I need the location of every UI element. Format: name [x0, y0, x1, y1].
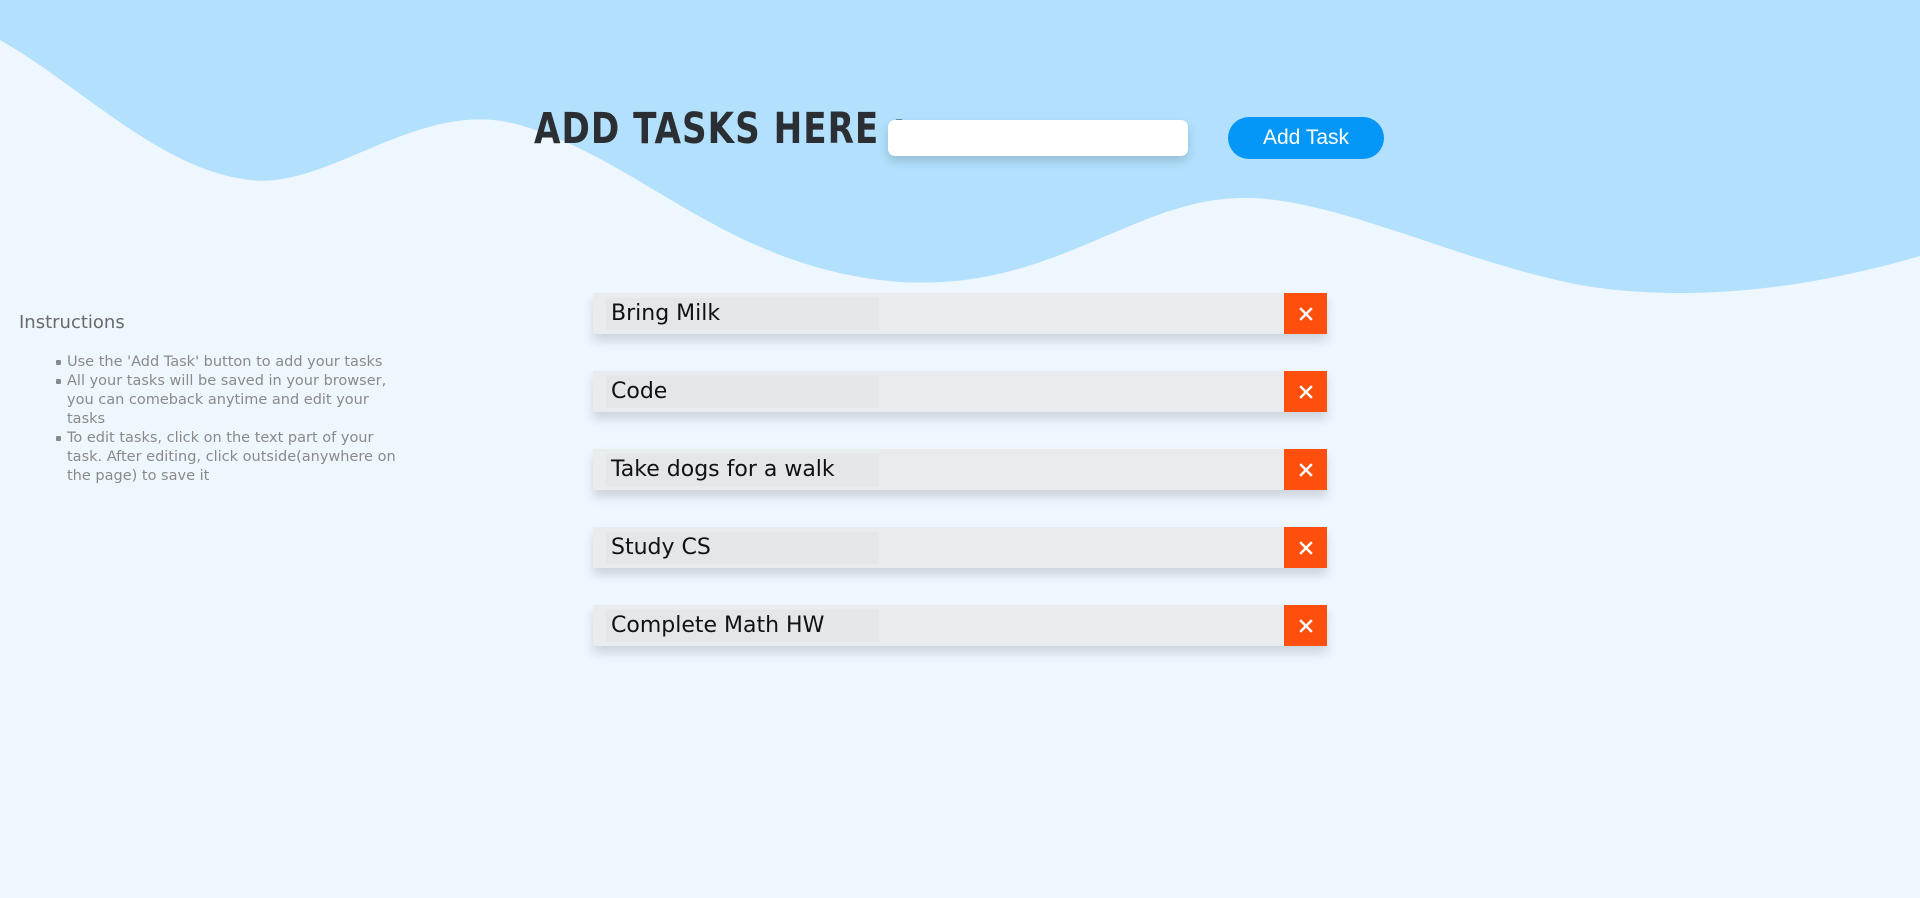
close-icon [1298, 540, 1313, 555]
task-text[interactable]: Bring Milk [606, 298, 879, 330]
close-icon [1298, 384, 1313, 399]
add-task-button[interactable]: Add Task [1228, 117, 1384, 159]
delete-task-button[interactable] [1284, 449, 1327, 490]
close-icon [1298, 618, 1313, 633]
delete-task-button[interactable] [1284, 527, 1327, 568]
delete-task-button[interactable] [1284, 293, 1327, 334]
close-icon [1298, 306, 1313, 321]
task-entry-header: ADD TASKS HERE : Add Task [0, 0, 1920, 200]
instructions-title: Instructions [19, 312, 125, 333]
instruction-item: To edit tasks, click on the text part of… [56, 429, 399, 486]
task-item: Take dogs for a walk [593, 449, 1327, 490]
task-input[interactable] [888, 120, 1188, 156]
task-list: Bring Milk Code Take dogs for a walk Stu… [593, 293, 1327, 683]
instruction-item: Use the 'Add Task' button to add your ta… [56, 353, 399, 372]
close-icon [1298, 462, 1313, 477]
task-text[interactable]: Complete Math HW [606, 610, 879, 642]
task-item: Bring Milk [593, 293, 1327, 334]
task-item: Code [593, 371, 1327, 412]
instruction-item: All your tasks will be saved in your bro… [56, 372, 399, 429]
instructions-panel: Instructions Use the 'Add Task' button t… [19, 312, 399, 486]
instructions-list: Use the 'Add Task' button to add your ta… [19, 353, 399, 486]
task-item: Complete Math HW [593, 605, 1327, 646]
delete-task-button[interactable] [1284, 371, 1327, 412]
page-title: ADD TASKS HERE : [534, 104, 907, 154]
task-text[interactable]: Code [606, 376, 879, 408]
task-text[interactable]: Study CS [606, 532, 879, 564]
task-text[interactable]: Take dogs for a walk [606, 454, 879, 486]
task-item: Study CS [593, 527, 1327, 568]
delete-task-button[interactable] [1284, 605, 1327, 646]
